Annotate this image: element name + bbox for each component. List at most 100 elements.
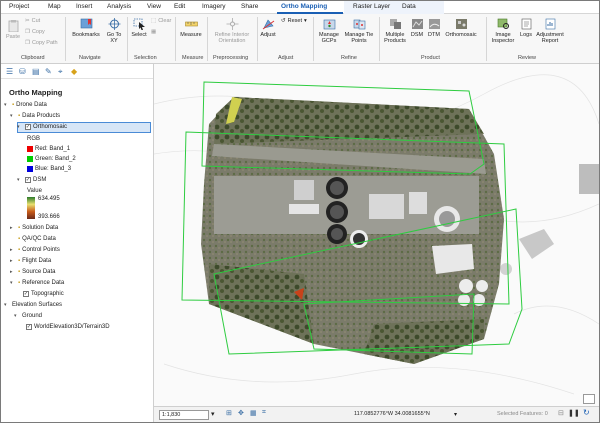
panel-title: Ortho Mapping xyxy=(9,88,63,97)
copy-path-button[interactable]: ❐ Copy Path xyxy=(25,40,58,46)
tree-item-solution-data[interactable]: ▸ ▪ Solution Data xyxy=(10,225,58,231)
map-navigator-icon[interactable] xyxy=(583,394,595,404)
tree-item-dsm[interactable]: ▾ ✓ DSM xyxy=(17,177,46,183)
expand-icon[interactable]: ▸ xyxy=(10,258,16,264)
manage-tie-points-button[interactable]: Manage Tie Points xyxy=(343,18,375,44)
tree-item-world-elevation[interactable]: ✓ WorldElevation3D/Terrain3D xyxy=(26,324,110,330)
tree-item-control-points[interactable]: ▸ ▪ Control Points xyxy=(10,247,60,253)
tie-points-icon xyxy=(353,19,365,30)
scale-input[interactable]: 1:1,830 xyxy=(159,410,209,420)
list-by-snapping-icon[interactable]: ⌖ xyxy=(58,67,63,77)
coordinates-dropdown-icon[interactable]: ▾ xyxy=(454,411,457,418)
bookmarks-button[interactable]: Bookmarks xyxy=(71,18,101,38)
map-view[interactable] xyxy=(154,64,599,406)
refine-interior-orientation-button[interactable]: Refine Interior Orientation xyxy=(210,18,254,44)
go-to-xy-button[interactable]: Go To XY xyxy=(103,18,125,44)
ribbon: Paste ✂ Cut ❐ Copy ❐ Copy Path Clipboard Bo… xyxy=(1,14,599,64)
select-button[interactable]: Select xyxy=(129,18,149,38)
collapse-icon[interactable]: ▾ xyxy=(4,102,10,108)
list-by-data-source-icon[interactable]: ⛁ xyxy=(19,67,26,76)
tab-imagery[interactable]: Imagery xyxy=(202,3,225,10)
expand-icon[interactable]: ▸ xyxy=(10,269,16,275)
tree-item-elevation-surfaces[interactable]: ▾ Elevation Surfaces xyxy=(4,302,62,308)
chevron-down-icon: ▾ xyxy=(303,18,307,24)
tree-item-orthomosaic[interactable]: ▾ ✓ Orthomosaic xyxy=(17,124,67,130)
orthomosaic-button[interactable]: Orthomosaic xyxy=(443,18,479,38)
select-cursor-icon xyxy=(133,18,145,30)
list-by-selection-icon[interactable]: ▤ xyxy=(32,67,40,76)
collapse-icon[interactable]: ▾ xyxy=(10,280,16,286)
tab-map[interactable]: Map xyxy=(48,3,61,10)
dsm-button[interactable]: DSM xyxy=(409,18,425,38)
tree-item-topographic[interactable]: ✓ Topographic xyxy=(23,291,64,297)
gcp-icon xyxy=(323,19,335,30)
collapse-icon[interactable]: ▾ xyxy=(10,113,16,119)
adjustment-report-button[interactable]: Adjustment Report xyxy=(535,18,565,44)
dtm-button[interactable]: DTM xyxy=(426,18,442,38)
tree-item-ground[interactable]: ▾ Ground xyxy=(14,313,42,319)
reset-button[interactable]: ↺ Reset ▾ xyxy=(281,18,307,24)
legend-green-band: Green: Band_2 xyxy=(27,156,76,162)
report-icon xyxy=(545,18,555,30)
collapse-icon[interactable]: ▾ xyxy=(17,124,23,130)
scale-dropdown-icon[interactable]: ▾ xyxy=(211,410,215,418)
list-by-editing-icon[interactable]: ✎ xyxy=(45,67,52,76)
collapse-icon[interactable]: ▾ xyxy=(17,177,23,183)
logs-icon xyxy=(521,18,531,30)
visibility-checkbox[interactable]: ✓ xyxy=(25,177,31,183)
manage-gcps-button[interactable]: Manage GCPs xyxy=(316,18,342,44)
folder-icon: ▪ xyxy=(18,258,21,264)
tab-share[interactable]: Share xyxy=(241,3,258,10)
pause-icon[interactable]: ❚❚ xyxy=(568,409,580,417)
tab-project[interactable]: Project xyxy=(9,3,29,10)
parcel-shape xyxy=(519,229,554,259)
fixed-zoom-icon[interactable]: ⊞ xyxy=(226,409,232,417)
tree-item-source-data[interactable]: ▸ ▪ Source Data xyxy=(10,269,56,275)
ortho-mapping-panel: ☰ ⛁ ▤ ✎ ⌖ ◆ Ortho Mapping ▾ ▪ Drone Data ▾… xyxy=(1,64,154,422)
selection-tool-button[interactable]: ▦ xyxy=(151,29,156,35)
tree-item-qaqc-data[interactable]: ▪ QA/QC Data xyxy=(10,236,56,242)
snapping-icon[interactable]: ⌗ xyxy=(262,409,266,417)
tab-raster-layer[interactable]: Raster Layer xyxy=(353,3,390,10)
tree-item-data-products[interactable]: ▾ ▪ Data Products xyxy=(10,113,60,119)
expand-icon[interactable]: ▸ xyxy=(10,247,16,253)
adjust-button[interactable]: Adjust xyxy=(259,18,277,38)
visibility-checkbox[interactable]: ✓ xyxy=(23,291,29,297)
cut-button[interactable]: ✂ Cut xyxy=(25,18,40,24)
copy-button[interactable]: ❐ Copy xyxy=(25,29,45,35)
tab-edit[interactable]: Edit xyxy=(174,3,185,10)
separator xyxy=(486,17,487,61)
filter-icon[interactable]: ⊟ xyxy=(558,409,564,417)
paste-button[interactable]: Paste xyxy=(4,20,22,40)
tab-data[interactable]: Data xyxy=(402,3,416,10)
visibility-checkbox[interactable]: ✓ xyxy=(26,324,32,330)
folder-icon: ▪ xyxy=(18,269,21,275)
list-by-drawing-order-icon[interactable]: ☰ xyxy=(6,67,13,76)
tree-item-flight-data[interactable]: ▸ ▪ Flight Data xyxy=(10,258,51,264)
tree-item-reference-data[interactable]: ▾ ▪ Reference Data xyxy=(10,280,64,286)
selected-features-count: Selected Features: 0 xyxy=(497,411,548,417)
collapse-icon[interactable]: ▾ xyxy=(14,313,20,319)
tab-view[interactable]: View xyxy=(147,3,161,10)
pan-icon[interactable]: ✥ xyxy=(238,409,244,417)
logs-button[interactable]: Logs xyxy=(518,18,534,38)
grid-icon[interactable]: ▦ xyxy=(250,409,257,417)
refresh-icon[interactable]: ↻ xyxy=(583,408,590,417)
tab-insert[interactable]: Insert xyxy=(76,3,92,10)
list-by-labeling-icon[interactable]: ◆ xyxy=(71,67,77,76)
tab-analysis[interactable]: Analysis xyxy=(107,3,131,10)
measure-button[interactable]: Measure xyxy=(178,18,204,38)
visibility-checkbox[interactable]: ✓ xyxy=(25,124,31,130)
multiple-products-button[interactable]: Multiple Products xyxy=(381,18,409,44)
folder-icon: ▪ xyxy=(18,225,21,231)
tab-ortho-mapping[interactable]: Ortho Mapping xyxy=(281,3,327,10)
tree-item-drone-data[interactable]: ▾ ▪ Drone Data xyxy=(4,102,47,108)
expand-icon[interactable]: ▸ xyxy=(10,225,16,231)
collapse-icon[interactable]: ▾ xyxy=(4,302,10,308)
map-canvas[interactable] xyxy=(154,64,599,406)
image-inspector-button[interactable]: Image Inspector xyxy=(489,18,517,44)
separator xyxy=(127,17,128,61)
clear-selection-button[interactable]: ⬚ Clear xyxy=(151,18,171,24)
app-window: Project Map Insert Analysis View Edit Im… xyxy=(0,0,600,423)
orthomosaic-image xyxy=(201,97,504,364)
